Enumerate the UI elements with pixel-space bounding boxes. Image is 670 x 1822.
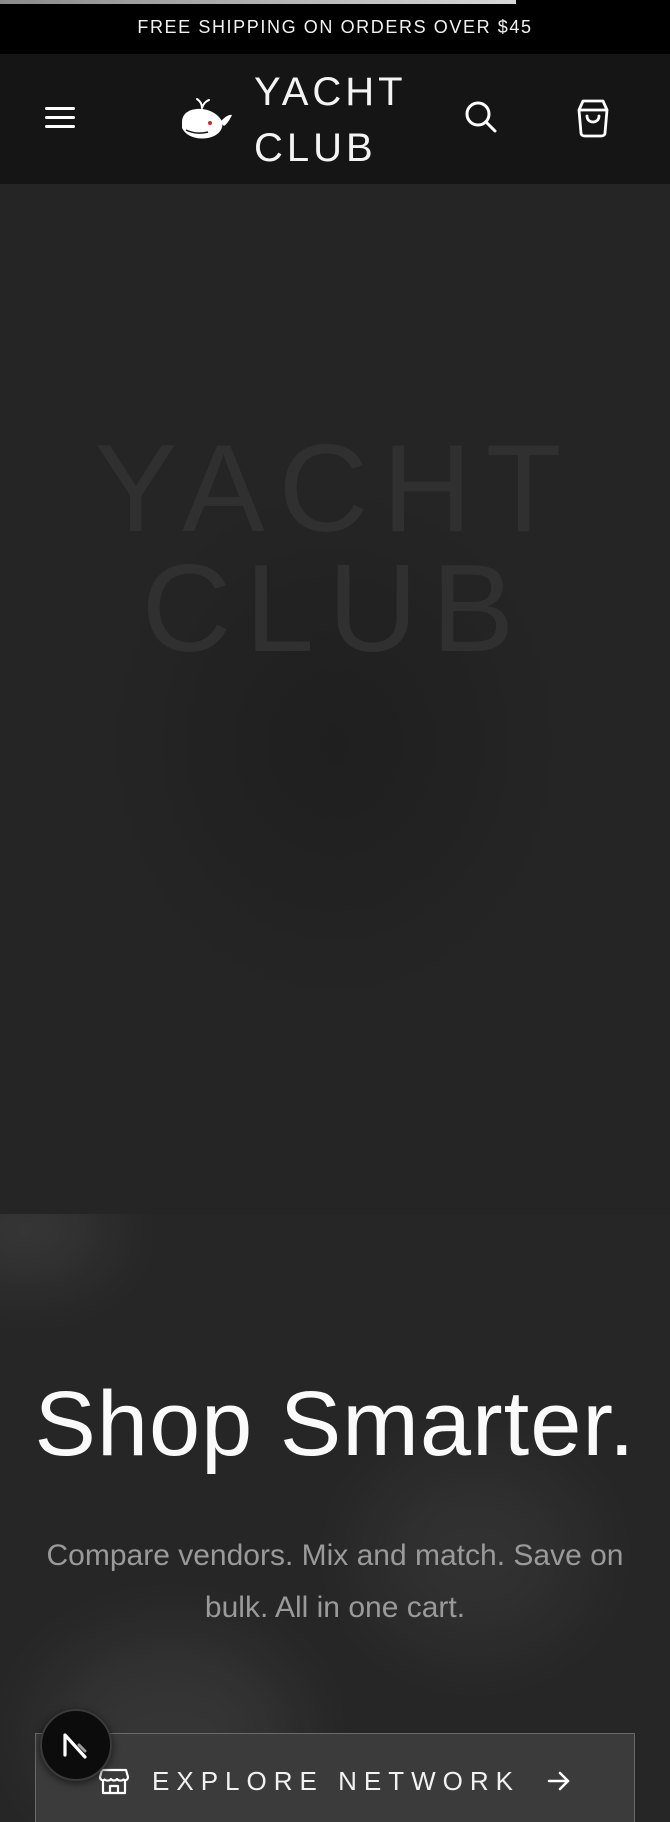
shopping-bag-icon[interactable]	[574, 98, 612, 138]
loading-bar	[0, 0, 670, 4]
hero-watermark: YACHT CLUB	[0, 420, 670, 678]
announcement-text: FREE SHIPPING ON ORDERS OVER $45	[137, 16, 533, 37]
menu-button[interactable]	[42, 100, 78, 136]
loading-bar-fill	[0, 0, 516, 4]
n-logo-icon	[63, 1733, 87, 1759]
brand-name: YACHT CLUB	[254, 64, 407, 176]
explore-network-label: EXPLORE NETWORK	[152, 1766, 520, 1796]
hero-banner: YACHT CLUB	[0, 184, 670, 1214]
promo-subtitle: Compare vendors. Mix and match. Save on …	[46, 1539, 624, 1624]
site-header: YACHT CLUB	[0, 54, 670, 184]
brand-name-line1: YACHT	[254, 70, 407, 114]
promo-title: Shop Smarter.	[34, 1373, 636, 1475]
hero-watermark-line2: CLUB	[141, 540, 529, 678]
announcement-bar: FREE SHIPPING ON ORDERS OVER $45	[0, 0, 670, 54]
search-icon[interactable]	[462, 98, 500, 136]
whale-logo-icon	[182, 98, 232, 139]
hero-watermark-line1: YACHT	[94, 420, 576, 558]
hamburger-menu-icon	[45, 107, 75, 110]
brand-name-line2: CLUB	[254, 126, 377, 170]
explore-network-button[interactable]: EXPLORE NETWORK	[35, 1733, 635, 1822]
floating-n-button[interactable]	[40, 1709, 112, 1781]
arrow-right-icon	[547, 1771, 570, 1791]
brand-home-link[interactable]: YACHT CLUB	[178, 68, 418, 172]
page: FREE SHIPPING ON ORDERS OVER $45 YACHT C…	[0, 0, 670, 1822]
